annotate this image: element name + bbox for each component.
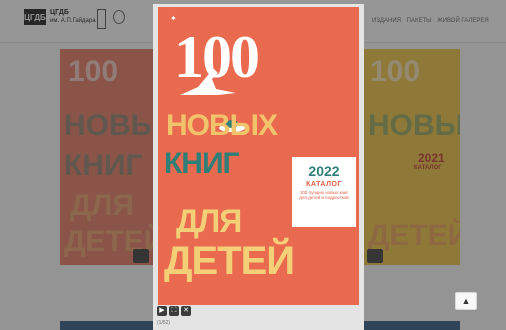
dinosaur-illustration bbox=[180, 69, 236, 95]
cover-word: ДЛЯ bbox=[176, 203, 242, 239]
lightbox: ✦ 100 НОВЫХ КНИГ ДЛЯ ДЕТЕЙ 2022 КАТАЛОГ … bbox=[153, 4, 364, 330]
lightbox-image[interactable]: ✦ 100 НОВЫХ КНИГ ДЛЯ ДЕТЕЙ 2022 КАТАЛОГ … bbox=[158, 7, 359, 305]
catalog-label: 2022 КАТАЛОГ 100 лучших новых книг для д… bbox=[292, 157, 356, 227]
fullscreen-icon[interactable]: ⛶ bbox=[169, 306, 179, 316]
catalog-title: КАТАЛОГ bbox=[306, 181, 342, 188]
close-icon[interactable]: ✕ bbox=[181, 306, 191, 316]
catalog-year: 2022 bbox=[308, 163, 340, 179]
chevron-up-icon[interactable]: ▲ bbox=[455, 292, 477, 310]
cover-word: ДЕТЕЙ bbox=[164, 239, 295, 283]
image-counter: (1/52) bbox=[157, 320, 171, 326]
catalog-description: 100 лучших новых книг для детей и подрос… bbox=[299, 190, 349, 200]
lightbox-controls: ▶ ⛶ ✕ bbox=[157, 306, 191, 318]
play-icon[interactable]: ▶ bbox=[157, 306, 167, 316]
corner-mark-icon: ✦ bbox=[170, 14, 177, 23]
cover-word: НОВЫХ bbox=[166, 109, 278, 142]
cover-word: КНИГ bbox=[164, 147, 240, 180]
